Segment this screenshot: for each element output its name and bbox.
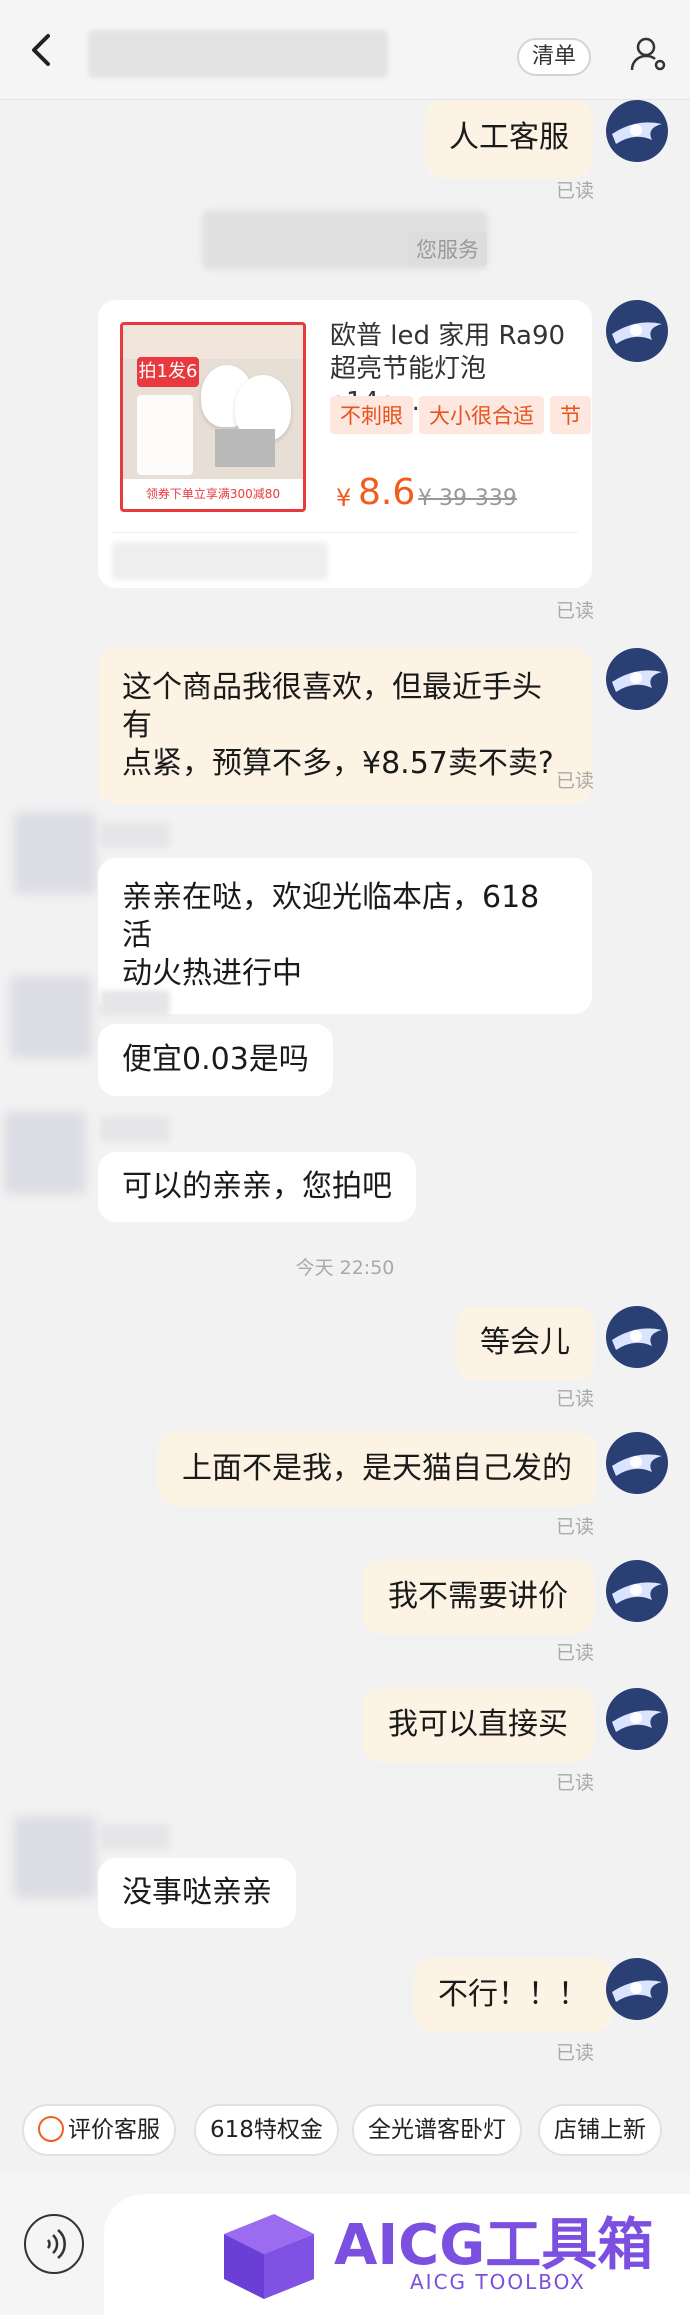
sender-name-blurred: [100, 1824, 170, 1850]
read-status: 已读: [556, 1772, 595, 1794]
message-text: 上面不是我，是天猫自己发的: [182, 1451, 572, 1486]
message-text: 这个商品我很喜欢，但最近手头有: [122, 670, 542, 743]
my-avatar[interactable]: [606, 1958, 668, 2020]
message-text: 便宜0.03是吗: [122, 1042, 309, 1077]
message-text: 不行！！！: [438, 1977, 588, 2012]
sender-name-blurred: [100, 822, 170, 848]
shop-message[interactable]: 亲亲在哒，欢迎光临本店，618活 动火热进行中: [98, 858, 592, 1014]
voice-input-button[interactable]: [24, 2214, 84, 2274]
shop-avatar-blurred[interactable]: [4, 1112, 86, 1194]
my-avatar[interactable]: [606, 1432, 668, 1494]
timestamp: 今天 22:50: [295, 1257, 395, 1279]
my-avatar[interactable]: [606, 300, 668, 362]
my-message[interactable]: 不行！！！: [414, 1958, 612, 2032]
shop-name-blurred: [88, 30, 388, 78]
product-tags: 不刺眼 大小很合适节: [330, 396, 592, 436]
my-avatar[interactable]: [606, 648, 668, 710]
product-image-top-band: [123, 325, 303, 359]
voice-icon: [46, 2229, 66, 2259]
my-avatar[interactable]: [606, 1688, 668, 1750]
shop-message[interactable]: 可以的亲亲，您拍吧: [98, 1152, 416, 1222]
sender-name-blurred: [100, 990, 170, 1016]
my-message[interactable]: 等会儿: [456, 1306, 594, 1380]
chat-header: 清单: [0, 0, 690, 100]
product-tag: 不刺眼: [330, 396, 413, 434]
message-text: 等会儿: [480, 1325, 570, 1360]
chip-label: 店铺上新: [554, 2117, 646, 2143]
promo-label: 拍1发6: [137, 357, 199, 387]
my-message[interactable]: 这个商品我很喜欢，但最近手头有 点紧，预算不多，¥8.57卖不卖?: [98, 648, 592, 804]
my-message[interactable]: 人工客服: [425, 100, 593, 178]
watermark-subtitle: AICG TOOLBOX: [410, 2270, 586, 2294]
read-status: 已读: [556, 1642, 595, 1664]
message-text: 我不需要讲价: [388, 1579, 568, 1614]
my-message[interactable]: 上面不是我，是天猫自己发的: [158, 1432, 596, 1506]
read-status: 已读: [556, 1388, 595, 1410]
quick-reply-rate-service[interactable]: 评价客服: [22, 2104, 176, 2156]
read-status: 已读: [556, 2042, 595, 2064]
product-price: 8.6: [358, 472, 416, 513]
message-text: 可以的亲亲，您拍吧: [122, 1169, 392, 1204]
product-image[interactable]: 拍1发6 领券下单立享满300减80: [120, 322, 306, 512]
shop-message[interactable]: 没事哒亲亲: [98, 1858, 296, 1928]
read-status: 已读: [556, 600, 595, 622]
message-text-line2: 动火热进行中: [122, 956, 302, 991]
read-status: 已读: [556, 1516, 595, 1538]
chip-label: 评价客服: [68, 2117, 160, 2143]
read-status: 已读: [556, 180, 595, 202]
user-settings-icon[interactable]: [628, 34, 668, 74]
aicg-logo-icon: [224, 2214, 314, 2299]
smile-icon: [38, 2115, 64, 2142]
original-price: ¥ 39-339: [418, 486, 517, 511]
shop-avatar-blurred[interactable]: [14, 812, 96, 894]
product-tag: 节: [550, 396, 591, 434]
chip-label: 618特权金: [210, 2117, 323, 2143]
message-text: 亲亲在哒，欢迎光临本店，618活: [122, 880, 540, 953]
quick-reply-bar: 评价客服 618特权金 全光谱客卧灯 店铺上新: [0, 2094, 690, 2174]
message-text: 人工客服: [449, 120, 569, 155]
my-message[interactable]: 我不需要讲价: [362, 1560, 594, 1634]
bulb-base-icon: [215, 429, 275, 467]
quick-reply-new-arrivals[interactable]: 店铺上新: [538, 2104, 662, 2156]
chip-label: 全光谱客卧灯: [368, 2117, 506, 2143]
back-arrow-icon[interactable]: [22, 30, 62, 70]
shop-message[interactable]: 便宜0.03是吗: [98, 1024, 333, 1096]
my-avatar[interactable]: [606, 1560, 668, 1622]
message-text: 没事哒亲亲: [122, 1875, 272, 1910]
shop-avatar-blurred[interactable]: [10, 976, 92, 1058]
product-card[interactable]: 拍1发6 领券下单立享满300减80 欧普 led 家用 Ra90 超亮节能灯泡…: [98, 300, 592, 588]
quick-reply-618[interactable]: 618特权金: [194, 2104, 339, 2156]
product-tag: 大小很合适: [419, 396, 544, 434]
read-status: 已读: [556, 770, 595, 792]
my-avatar[interactable]: [606, 1306, 668, 1368]
my-message[interactable]: 我可以直接买: [362, 1688, 594, 1762]
sender-name-blurred: [100, 1116, 170, 1142]
message-text-line2: 点紧，预算不多，¥8.57卖不卖?: [122, 746, 554, 781]
card-divider: [112, 532, 578, 533]
card-footer-blurred: [112, 542, 328, 580]
list-button[interactable]: 清单: [517, 38, 591, 76]
message-text: 我可以直接买: [388, 1707, 568, 1742]
system-notice-text: 您服务: [408, 232, 487, 266]
price-currency: ¥: [336, 484, 352, 512]
shop-avatar-blurred[interactable]: [14, 1816, 96, 1898]
quick-reply-full-spectrum[interactable]: 全光谱客卧灯: [352, 2104, 522, 2156]
my-avatar[interactable]: [606, 100, 668, 162]
watermark-title: AICG工具箱: [334, 2213, 654, 2278]
feature-icons: [137, 395, 193, 475]
coupon-footer: 领券下单立享满300减80: [123, 479, 303, 509]
